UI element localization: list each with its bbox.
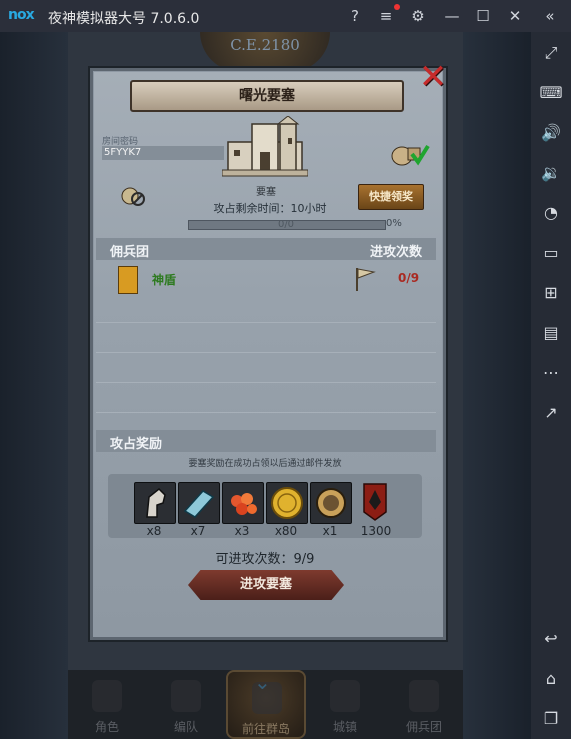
- attack-fortress-button[interactable]: 进攻要塞: [188, 570, 344, 600]
- window-title: 夜神模拟器大号 7.0.6.0: [48, 11, 200, 27]
- attack-count-header: 进攻次数: [369, 245, 422, 260]
- nav-label: 编队: [173, 720, 198, 734]
- attempts-remaining: 可进攻次数：9/9: [215, 552, 315, 567]
- town-icon: [330, 680, 360, 712]
- room-code-value: 5FYYK7: [102, 146, 224, 160]
- castle-label: 要塞: [256, 187, 276, 198]
- cloth-icon[interactable]: [178, 482, 220, 524]
- gems-icon[interactable]: [222, 482, 264, 524]
- help-icon[interactable]: ?: [345, 6, 365, 26]
- record-icon[interactable]: ◔: [531, 200, 571, 226]
- nav-town[interactable]: 城镇: [306, 670, 384, 739]
- nav-label: 角色: [94, 720, 119, 734]
- reward-count: x8: [146, 524, 162, 538]
- background-right: [463, 32, 531, 739]
- no-entry-icon: [121, 187, 145, 206]
- nav-role[interactable]: 角色: [68, 670, 146, 739]
- maximize-icon[interactable]: ☐: [473, 6, 493, 26]
- reward-count: x80: [274, 524, 298, 538]
- volume-down-icon[interactable]: 🔉: [531, 160, 571, 186]
- mercenary-name[interactable]: 神盾: [152, 271, 176, 288]
- screen-icon[interactable]: ▭: [531, 240, 571, 266]
- back-icon[interactable]: ↩: [531, 626, 571, 652]
- reward-header: 攻占奖励: [110, 437, 163, 452]
- row-divider: [96, 382, 436, 383]
- mercenary-section-header: 佣兵团 进攻次数: [96, 238, 436, 260]
- era-banner-text: C.E.2180: [230, 36, 300, 54]
- mercenary-icon: [409, 680, 439, 712]
- nav-islands[interactable]: ⌄ 前往群岛: [226, 670, 306, 739]
- reward-section-header: 攻占奖励: [96, 430, 436, 452]
- horse-icon[interactable]: [134, 482, 176, 524]
- progress-text: 0/0: [277, 219, 295, 230]
- settings-icon[interactable]: ⚙: [408, 6, 428, 26]
- nox-logo: nox: [8, 7, 35, 23]
- collapse-icon[interactable]: «: [540, 6, 560, 26]
- nav-mercenary[interactable]: 佣兵团: [385, 670, 463, 739]
- volume-up-icon[interactable]: 🔊: [531, 120, 571, 146]
- more-icon[interactable]: ⋯: [531, 360, 571, 386]
- share-icon[interactable]: ↗: [531, 400, 571, 426]
- reward-note: 要塞奖励在成功占领以后通过邮件发放: [188, 459, 342, 469]
- row-divider: [96, 322, 436, 323]
- nav-label: 城镇: [332, 720, 357, 734]
- bottom-nav: 角色 编队 ⌄ 前往群岛 城镇 佣兵团: [68, 670, 463, 739]
- multi-instance-icon[interactable]: ▤: [531, 320, 571, 346]
- loot-bag-icon[interactable]: [390, 140, 430, 166]
- home-icon[interactable]: ⌂: [531, 666, 571, 692]
- reward-count: x7: [190, 524, 206, 538]
- recent-icon[interactable]: ❐: [531, 706, 571, 732]
- minimize-icon[interactable]: —: [442, 6, 462, 26]
- mercenary-banner-icon: [118, 266, 138, 294]
- apk-icon[interactable]: ⊞: [531, 280, 571, 306]
- reward-count: 1300: [360, 524, 392, 538]
- nav-label: 佣兵团: [405, 720, 442, 734]
- background-left: [0, 32, 68, 739]
- remaining-time: 攻占剩余时间：10小时: [213, 202, 327, 215]
- quick-claim-button[interactable]: 快捷领奖: [358, 184, 424, 210]
- menu-icon[interactable]: ≡: [376, 6, 396, 26]
- reward-count: x3: [234, 524, 250, 538]
- keyboard-icon[interactable]: ⌨: [531, 80, 571, 106]
- nav-team[interactable]: 编队: [147, 670, 225, 739]
- attack-count: 0/9: [398, 271, 420, 285]
- emulator-titlebar: nox 夜神模拟器大号 7.0.6.0 ? ≡ ⚙ — ☐ ✕ «: [0, 0, 571, 32]
- role-icon: [92, 680, 122, 712]
- close-icon[interactable]: ✕: [505, 6, 525, 26]
- x-close-icon[interactable]: ✕: [418, 60, 448, 94]
- mercenary-list-empty: [96, 298, 436, 422]
- badge-icon[interactable]: [362, 482, 388, 522]
- fullscreen-icon[interactable]: ⤢: [531, 40, 571, 66]
- nav-label: 前往群岛: [241, 722, 290, 736]
- castle-icon: [222, 116, 308, 177]
- emulator-sidebar: ⤢ ⌨ 🔊 🔉 ◔ ▭ ⊞ ▤ ⋯ ↗ ↩ ⌂ ❐: [531, 32, 571, 739]
- flag-icon: [356, 268, 376, 291]
- mercenary-header: 佣兵团: [110, 245, 150, 260]
- reward-count: x1: [322, 524, 338, 538]
- row-divider: [96, 412, 436, 413]
- progress-percent: 0%: [386, 218, 402, 229]
- row-divider: [96, 352, 436, 353]
- dialog-title: 曙光要塞: [130, 80, 404, 112]
- gold-coin-icon[interactable]: [266, 482, 308, 524]
- team-icon: [171, 680, 201, 712]
- gear-wheel-icon: [252, 682, 282, 714]
- helmet-icon[interactable]: [310, 482, 352, 524]
- notification-dot: [394, 4, 400, 10]
